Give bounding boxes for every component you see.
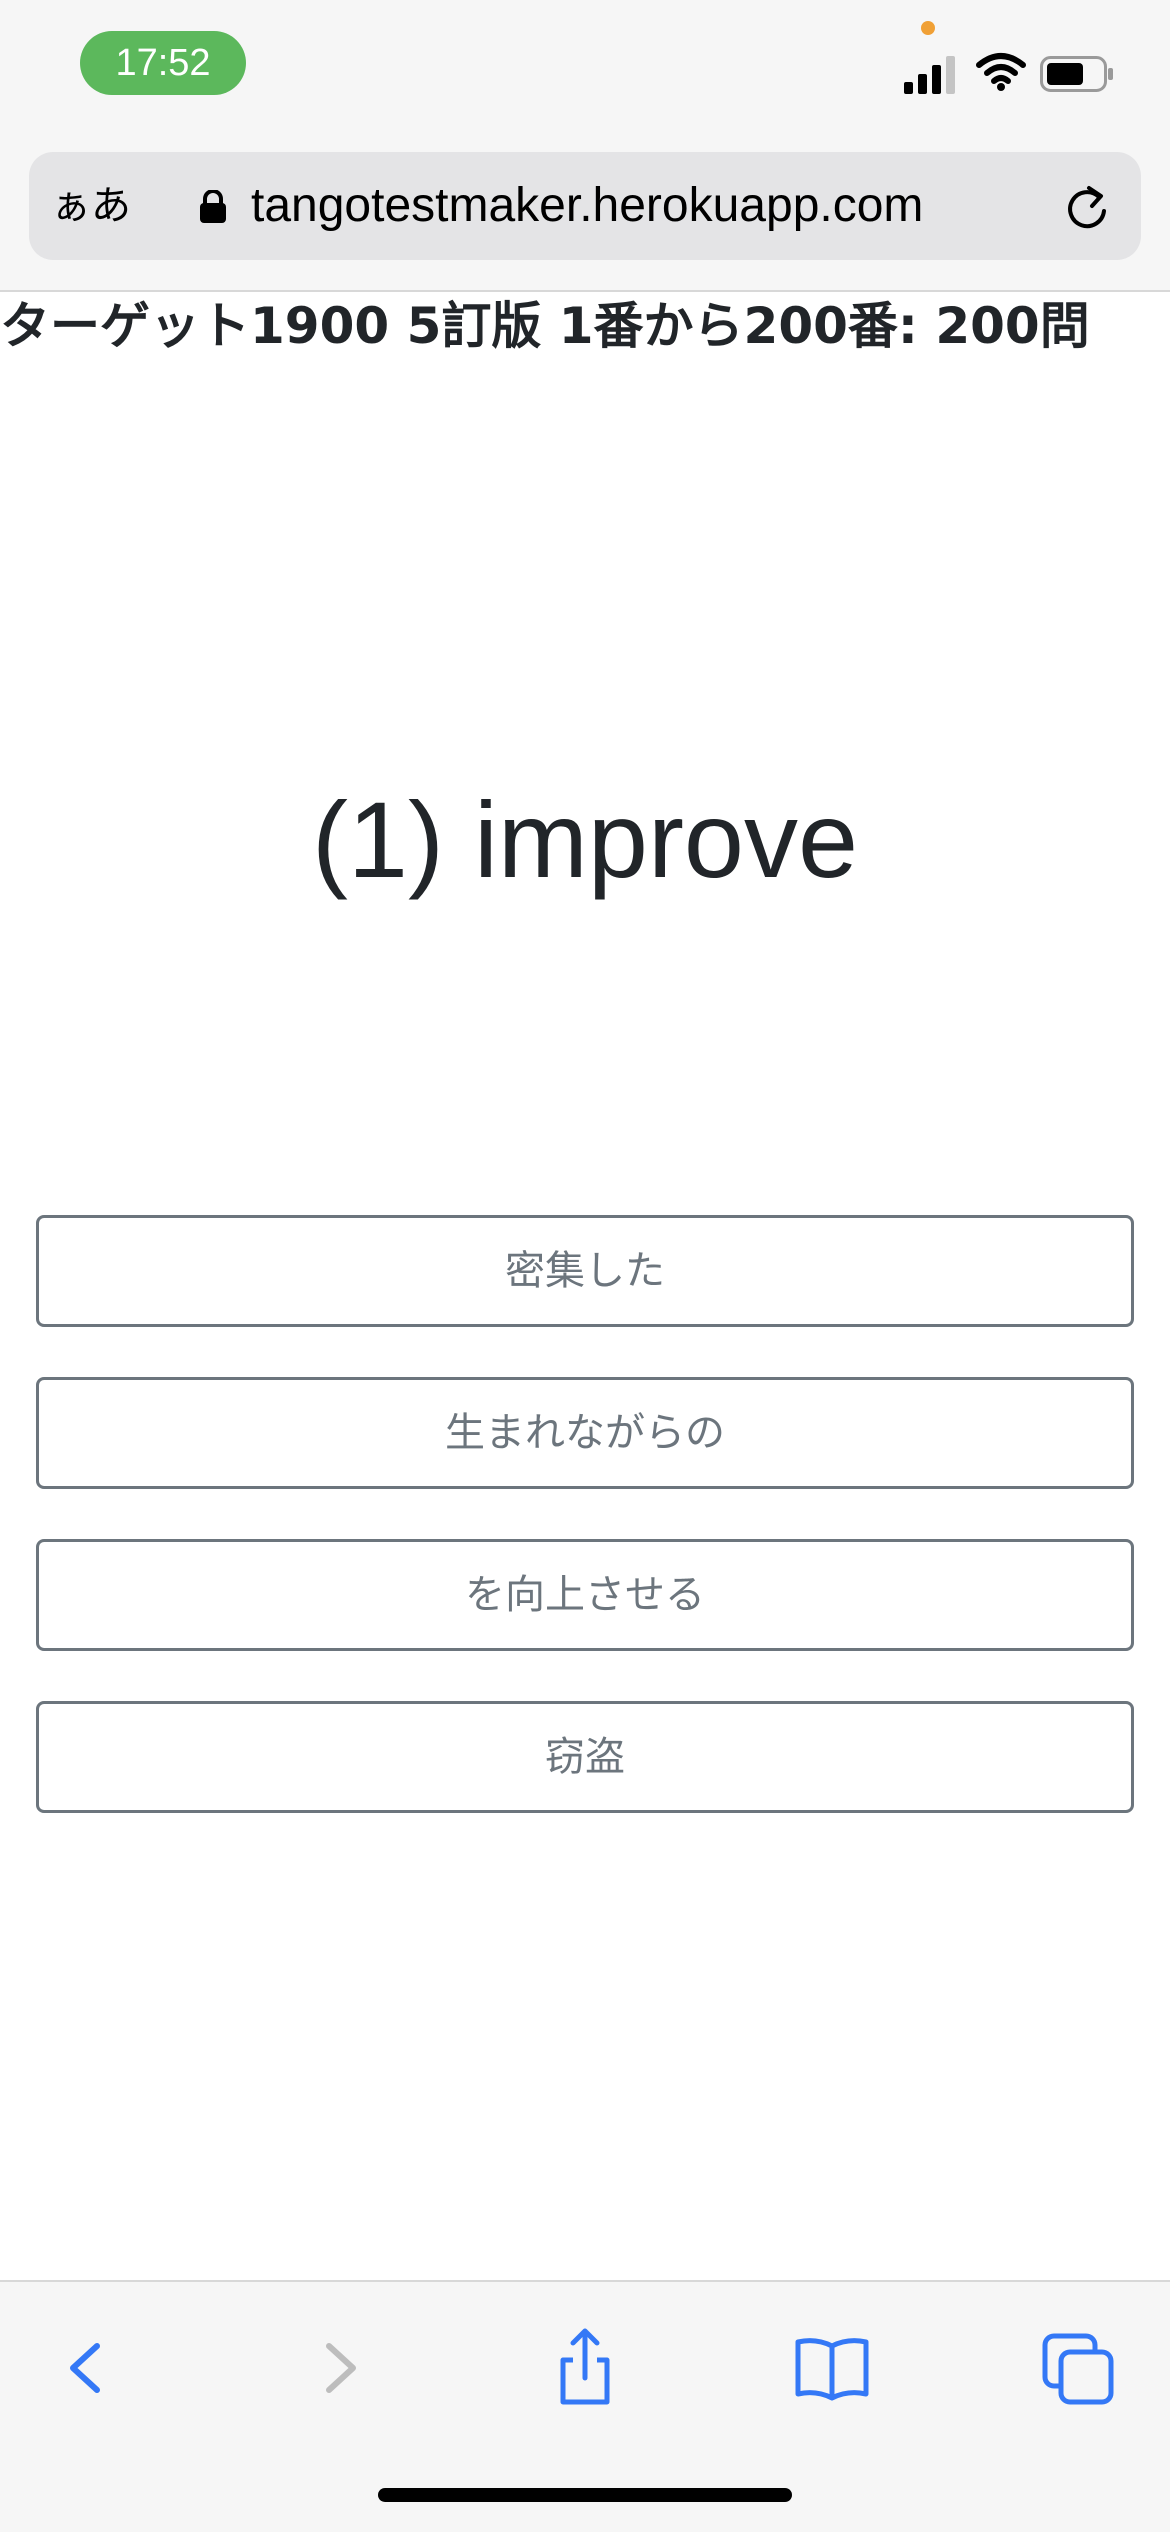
- tabs-overview-icon[interactable]: [1037, 2326, 1121, 2410]
- choice-button-1[interactable]: 密集した: [36, 1215, 1134, 1327]
- choice-button-4[interactable]: 窃盗: [36, 1701, 1134, 1813]
- share-icon[interactable]: [543, 2326, 627, 2410]
- cellular-signal-icon: [904, 56, 955, 94]
- bookmarks-book-icon[interactable]: [790, 2326, 874, 2410]
- status-bar: 17:52: [0, 0, 1170, 140]
- privacy-indicator-dot: [921, 21, 935, 35]
- choice-button-3[interactable]: を向上させる: [36, 1539, 1134, 1651]
- address-bar[interactable]: ぁあ tangotestmaker.herokuapp.com: [29, 152, 1141, 260]
- browser-address-area: ぁあ tangotestmaker.herokuapp.com: [0, 140, 1170, 290]
- forward-arrow-icon[interactable]: [297, 2326, 381, 2410]
- back-arrow-icon[interactable]: [45, 2326, 129, 2410]
- status-time: 17:52: [80, 31, 246, 95]
- wifi-icon: [976, 53, 1026, 91]
- address-bar-divider: [0, 290, 1170, 292]
- reload-icon[interactable]: [1063, 184, 1111, 232]
- url-text[interactable]: tangotestmaker.herokuapp.com: [251, 152, 923, 260]
- text-size-button[interactable]: ぁあ: [51, 152, 131, 260]
- lock-icon: [200, 190, 226, 223]
- answer-choices: 密集した 生まれながらの を向上させる 窃盗: [36, 1215, 1134, 1863]
- battery-icon: [1040, 56, 1113, 92]
- question-word: (1) improve: [311, 779, 859, 900]
- choice-button-2[interactable]: 生まれながらの: [36, 1377, 1134, 1489]
- page-title: ターゲット1900 5訂版 1番から200番: 200問: [0, 297, 1090, 355]
- home-indicator: [378, 2488, 792, 2502]
